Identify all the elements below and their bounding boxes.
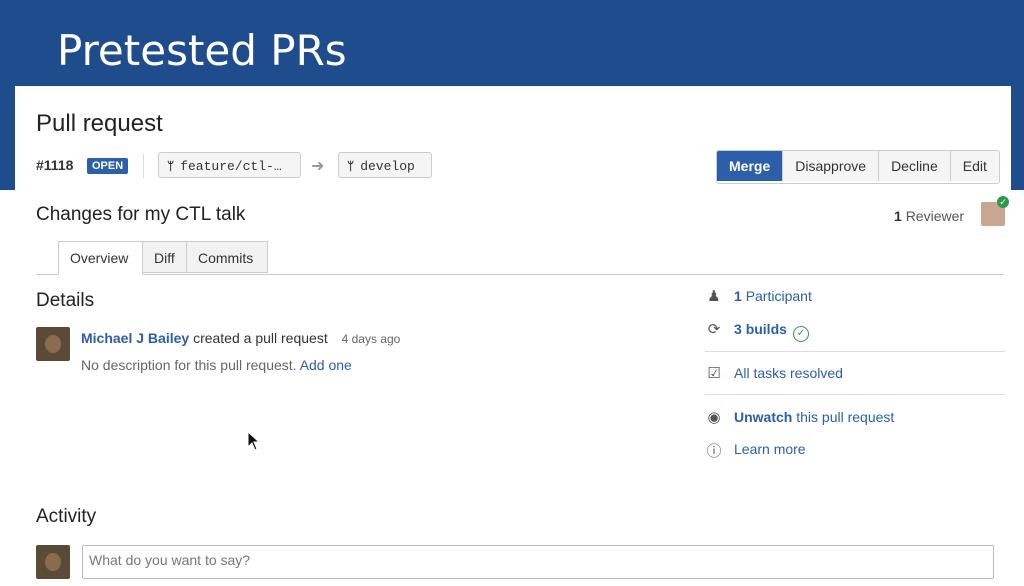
pr-sidebar: ♟ 1 Participant ⟳ 3 builds ✓ ☑ All tasks … [705,86,1005,486]
divider [705,351,1005,352]
mouse-cursor-icon [247,431,261,451]
tab-diff[interactable]: Diff [142,241,187,273]
branch-icon: ᛘ [347,159,355,173]
activity-heading: Activity [36,506,97,527]
arrow-right-icon: ➜ [311,158,325,175]
divider [143,154,144,178]
eye-icon: ◉ [707,408,721,426]
avatar[interactable] [36,327,70,361]
comment-input[interactable]: What do you want to say? [82,545,994,579]
no-description-text: No description for this pull request. [81,357,297,373]
person-icon: ♟ [707,287,721,305]
builds-label: builds [745,321,787,337]
participants-label: Participant [745,288,812,304]
divider [705,394,1005,395]
pr-title: Changes for my CTL talk [36,204,246,225]
details-heading: Details [36,290,95,311]
builds-count: 3 [734,321,742,337]
tab-commits[interactable]: Commits [186,241,268,273]
pull-request-panel: Pull request #1118 OPEN ᛘ feature/ctl-… ➜… [15,86,1011,586]
checkbox-icon: ☑ [707,364,721,382]
add-description-link[interactable]: Add one [300,357,352,373]
author-link[interactable]: Michael J Bailey [81,330,189,346]
pr-number: #1118 [36,157,74,173]
check-circle-icon: ✓ [792,326,809,342]
target-branch[interactable]: ᛘ develop [338,152,432,178]
source-branch-label: feature/ctl-… [180,159,282,174]
help-icon: ⓘ [706,442,722,460]
participants-count: 1 [734,288,742,304]
tab-overview[interactable]: Overview [58,241,143,275]
description: No description for this pull request. Ad… [81,357,352,373]
unwatch-rest: this pull request [796,409,895,425]
tasks-label: All tasks resolved [734,365,843,381]
unwatch-label: Unwatch [734,409,793,425]
source-branch[interactable]: ᛘ feature/ctl-… [158,152,301,178]
timestamp: 4 days ago [341,332,401,346]
refresh-icon: ⟳ [707,320,721,338]
branch-icon: ᛘ [167,159,175,173]
learn-more-link: Learn more [734,441,806,457]
status-badge: OPEN [87,158,129,174]
action-text: created a pull request [193,330,328,346]
avatar [36,545,70,579]
target-branch-label: develop [360,159,415,174]
activity-line: Michael J Bailey created a pull request … [81,330,400,346]
slide-title: Pretested PRs [57,26,347,75]
page-title: Pull request [36,110,163,137]
